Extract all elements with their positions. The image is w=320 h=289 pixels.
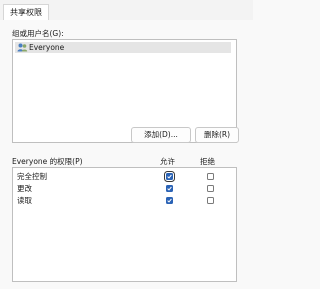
permission-label: 更改 (17, 184, 32, 193)
table-row: 读取 (15, 195, 231, 206)
permission-label: 完全控制 (17, 172, 47, 181)
table-row: 更改 (15, 183, 231, 194)
tab-strip: 共享权限 (0, 0, 253, 21)
groups-label: 组或用户名(G): (12, 29, 64, 38)
table-row: 完全控制 (15, 171, 231, 182)
list-item[interactable]: Everyone (15, 42, 231, 53)
add-button[interactable]: 添加(D)... (131, 127, 191, 143)
deny-checkbox[interactable] (207, 197, 214, 204)
allow-column-header: 允许 (160, 157, 175, 166)
allow-checkbox[interactable] (166, 185, 173, 192)
deny-checkbox[interactable] (207, 185, 214, 192)
user-name: Everyone (29, 43, 65, 52)
users-icon (17, 43, 28, 52)
remove-button[interactable]: 删除(R) (195, 127, 239, 143)
deny-checkbox[interactable] (207, 173, 214, 180)
share-permissions-panel: 组或用户名(G): Everyone 添加(D)... 删除(R) Everyo… (0, 20, 253, 289)
permissions-table: 完全控制 更改 读取 (12, 167, 237, 282)
allow-checkbox[interactable] (166, 197, 173, 204)
permission-label: 读取 (17, 196, 32, 205)
permissions-title: Everyone 的权限(P) (12, 157, 83, 166)
tab-share-permissions[interactable]: 共享权限 (3, 4, 49, 21)
allow-checkbox[interactable] (164, 171, 175, 182)
deny-column-header: 拒绝 (200, 157, 215, 166)
